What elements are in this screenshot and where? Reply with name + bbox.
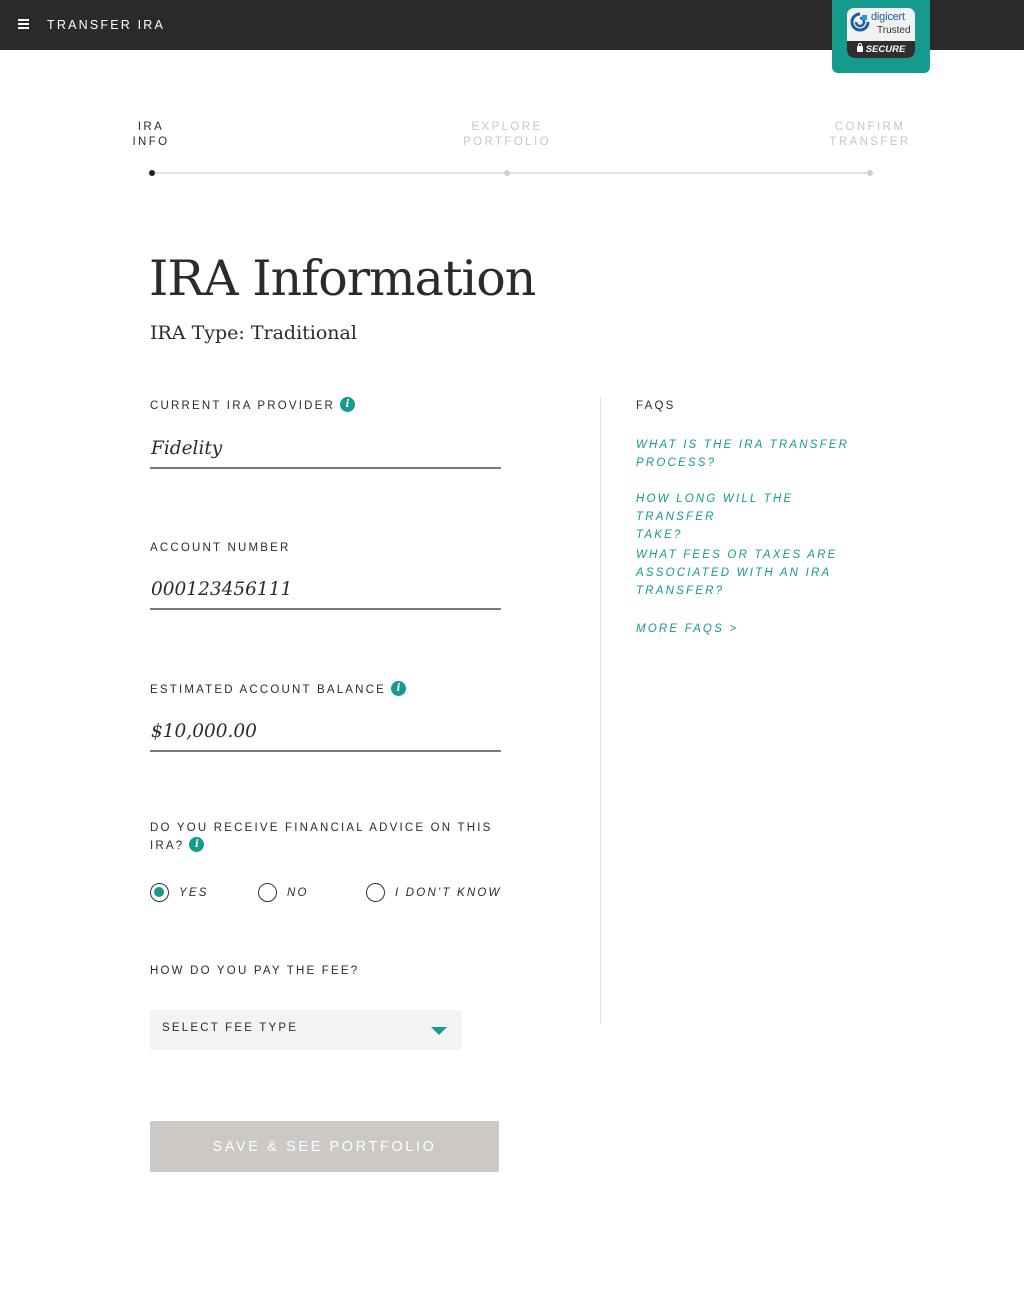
fee-question-label: HOW DO YOU PAY THE FEE?	[150, 965, 360, 977]
account-number-label: ACCOUNT NUMBER	[150, 542, 291, 554]
step-label-line: PORTFOLIO	[463, 136, 551, 148]
radio-yes[interactable]: YES	[150, 883, 209, 902]
advice-question-line2: IRA? i	[150, 837, 492, 855]
radio-no[interactable]: NO	[258, 883, 309, 902]
step-dot-active	[149, 170, 155, 176]
step-ira-info[interactable]: IRA INFO	[120, 120, 182, 150]
step-label-line: INFO	[132, 136, 170, 148]
provider-label-text: CURRENT IRA PROVIDER	[150, 400, 336, 412]
badge-brand: digicert	[871, 11, 905, 23]
step-label-line: CONFIRM	[834, 121, 906, 133]
lock-icon	[856, 43, 863, 52]
faq-link-line: PROCESS?	[636, 457, 717, 469]
faq-link-line: ASSOCIATED WITH AN IRA	[636, 567, 832, 579]
digicert-secure-badge[interactable]: digicert Trusted SECURE	[832, 0, 930, 73]
step-label-line: TRANSFER	[829, 136, 911, 148]
ira-type-subtitle: IRA Type: Traditional	[150, 322, 357, 344]
provider-label: CURRENT IRA PROVIDER i	[150, 397, 356, 415]
faq-link-line: WHAT IS THE IRA TRANSFER	[636, 439, 850, 451]
balance-input[interactable]	[150, 712, 501, 752]
hamburger-menu-icon[interactable]	[18, 16, 30, 32]
badge-secure-strip: SECURE	[847, 41, 915, 58]
radio-unselected-icon[interactable]	[258, 883, 277, 902]
step-confirm-transfer[interactable]: CONFIRM TRANSFER	[820, 120, 920, 150]
step-label-line: IRA	[137, 121, 165, 133]
faq-link-transfer-duration[interactable]: HOW LONG WILL THE TRANSFER TAKE?	[636, 490, 876, 544]
step-dot	[504, 170, 510, 176]
step-dot	[867, 170, 873, 176]
badge-trusted: Trusted	[877, 25, 911, 36]
step-explore-portfolio[interactable]: EXPLORE PORTFOLIO	[452, 120, 562, 150]
save-see-portfolio-button[interactable]: SAVE & SEE PORTFOLIO	[150, 1121, 499, 1172]
chevron-down-icon	[431, 1027, 447, 1035]
faq-heading: FAQS	[636, 400, 676, 412]
faq-link-line: HOW LONG WILL THE TRANSFER	[636, 493, 794, 523]
provider-input[interactable]	[150, 429, 501, 469]
radio-dont-know-label: I DON'T KNOW	[395, 886, 502, 899]
balance-label-text: ESTIMATED ACCOUNT BALANCE	[150, 684, 387, 696]
advice-question-line: DO YOU RECEIVE FINANCIAL ADVICE ON THIS	[150, 822, 493, 834]
step-label-line: EXPLORE	[471, 121, 543, 133]
app-title: TRANSFER IRA	[47, 18, 166, 32]
info-icon[interactable]: i	[189, 837, 205, 853]
info-icon[interactable]: i	[391, 681, 407, 697]
fee-type-placeholder: SELECT FEE TYPE	[162, 1022, 299, 1034]
faq-link-transfer-process[interactable]: WHAT IS THE IRA TRANSFER PROCESS?	[636, 436, 876, 472]
account-number-input[interactable]	[150, 570, 501, 610]
radio-selected-icon[interactable]	[150, 883, 169, 902]
faq-link-line: TAKE?	[636, 529, 683, 541]
info-icon[interactable]: i	[340, 397, 356, 413]
top-bar: TRANSFER IRA digicert Trusted SECURE	[0, 0, 1024, 73]
badge-panel: digicert Trusted SECURE	[847, 8, 915, 58]
more-faqs-link[interactable]: MORE FAQS >	[636, 620, 876, 638]
faq-link-line: TRANSFER?	[636, 585, 725, 597]
radio-dont-know[interactable]: I DON'T KNOW	[366, 883, 502, 902]
badge-secure-label: SECURE	[865, 44, 906, 55]
balance-label: ESTIMATED ACCOUNT BALANCE i	[150, 681, 407, 699]
page-title: IRA Information	[149, 250, 536, 307]
radio-no-label: NO	[287, 886, 309, 899]
digicert-logo-icon	[850, 12, 870, 32]
advice-question-label: DO YOU RECEIVE FINANCIAL ADVICE ON THIS …	[150, 819, 492, 855]
faq-link-fees-taxes[interactable]: WHAT FEES OR TAXES ARE ASSOCIATED WITH A…	[636, 546, 876, 600]
stepper-track	[152, 172, 870, 174]
column-divider	[600, 397, 601, 1024]
advice-question-text: IRA?	[150, 840, 185, 852]
faq-link-line: WHAT FEES OR TAXES ARE	[636, 549, 838, 561]
fee-type-select[interactable]: SELECT FEE TYPE	[150, 1010, 462, 1050]
radio-yes-label: YES	[179, 886, 209, 899]
radio-unselected-icon[interactable]	[366, 883, 385, 902]
